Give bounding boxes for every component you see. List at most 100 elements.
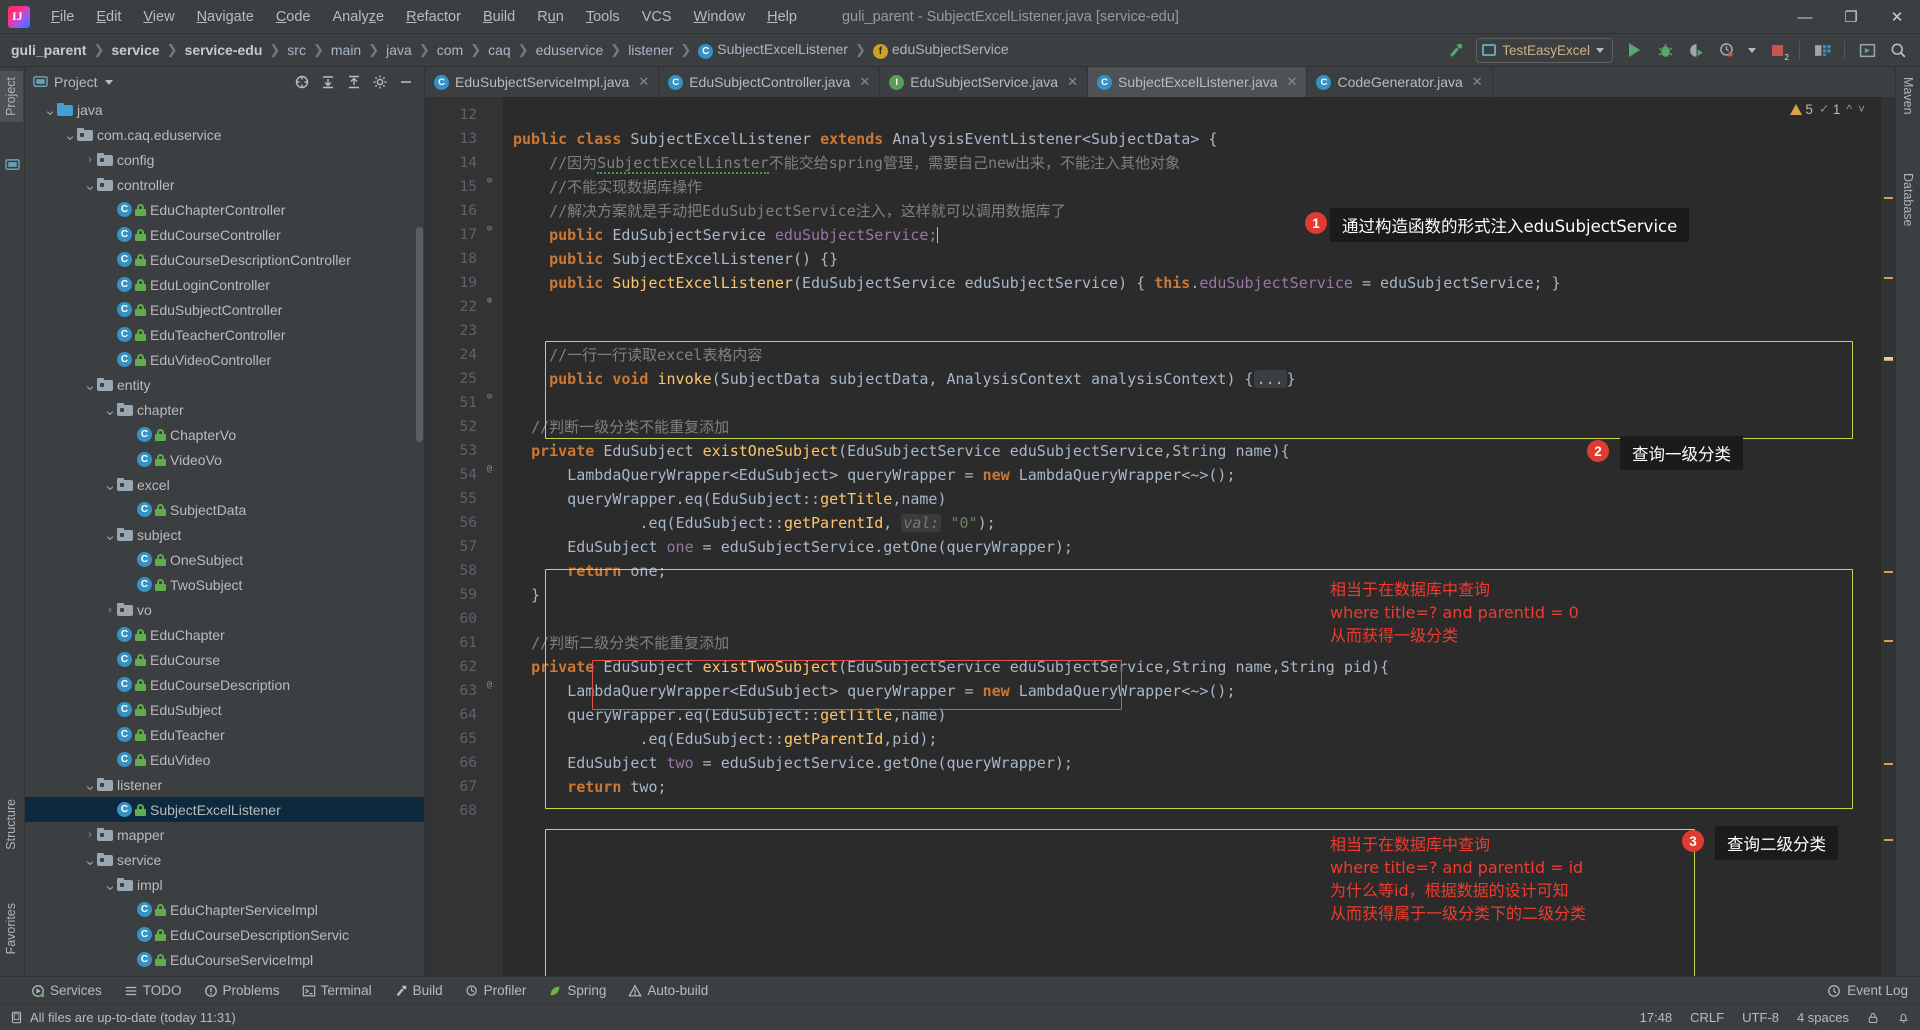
code-line-23[interactable]: [503, 319, 1895, 343]
project-structure-icon[interactable]: [1808, 37, 1836, 63]
breadcrumb-item-java[interactable]: java: [383, 41, 415, 59]
close-tab-icon[interactable]: ✕: [1472, 74, 1483, 90]
tree-item[interactable]: CEduTeacherController: [25, 322, 424, 347]
tree-item[interactable]: CEduCourseServiceImpl: [25, 947, 424, 972]
tree-item[interactable]: CEduCourse: [25, 647, 424, 672]
status-line-separator[interactable]: CRLF: [1690, 1010, 1724, 1025]
tree-item[interactable]: CEduCourseDescription: [25, 672, 424, 697]
event-log-label[interactable]: Event Log: [1847, 983, 1908, 998]
tree-item[interactable]: ⌄entity: [25, 372, 424, 397]
tree-item[interactable]: ›mapper: [25, 822, 424, 847]
code-line-19[interactable]: public SubjectExcelListener(EduSubjectSe…: [503, 271, 1895, 295]
code-line-51[interactable]: [503, 391, 1895, 415]
code-line-64[interactable]: queryWrapper.eq(EduSubject::getTitle,nam…: [503, 703, 1895, 727]
breadcrumb-item-main[interactable]: main: [328, 41, 364, 59]
code-line-22[interactable]: [503, 295, 1895, 319]
read-only-lock-icon[interactable]: [1867, 1010, 1879, 1025]
select-opened-file-icon[interactable]: [290, 71, 314, 93]
sidebar-item-database[interactable]: Database: [1896, 167, 1920, 233]
tree-item-selected[interactable]: CSubjectExcelListener: [25, 797, 424, 822]
menu-build[interactable]: Build: [472, 5, 526, 29]
tool-window-services[interactable]: Services: [20, 981, 113, 1000]
menu-tools[interactable]: Tools: [575, 5, 631, 29]
tree-item[interactable]: ⌄chapter: [25, 397, 424, 422]
code-line-13[interactable]: public class SubjectExcelListener extend…: [503, 127, 1895, 151]
breadcrumb-item-caq[interactable]: caq: [485, 41, 514, 59]
menu-run[interactable]: Run: [526, 5, 575, 29]
code-line-15[interactable]: //不能实现数据库操作: [503, 175, 1895, 199]
code-line-16[interactable]: //解决方案就是手动把EduSubjectService注入，这样就可以调用数据…: [503, 199, 1895, 223]
sidebar-item-favorites[interactable]: Favorites: [0, 897, 23, 960]
tree-item[interactable]: CEduChapterServiceImpl: [25, 897, 424, 922]
tree-item[interactable]: CEduSubject: [25, 697, 424, 722]
warning-count[interactable]: 5: [1790, 102, 1813, 117]
chevron-down-icon[interactable]: ⌄: [83, 776, 97, 794]
breadcrumb-item-guli-parent[interactable]: guli_parent: [8, 41, 89, 59]
chevron-down-icon[interactable]: ⌄: [103, 476, 117, 494]
sidebar-item-project[interactable]: Project: [0, 71, 23, 122]
code-line-65[interactable]: .eq(EduSubject::getParentId,pid);: [503, 727, 1895, 751]
chevron-down-icon[interactable]: ⌄: [83, 176, 97, 194]
editor-tab-codegenerator[interactable]: CCodeGenerator.java✕: [1307, 67, 1492, 97]
tree-item[interactable]: CSubjectData: [25, 497, 424, 522]
debug-button[interactable]: [1651, 37, 1679, 63]
expand-all-icon[interactable]: [316, 71, 340, 93]
code-line-62[interactable]: private EduSubject existTwoSubject(EduSu…: [503, 655, 1895, 679]
code-line-25[interactable]: public void invoke(SubjectData subjectDa…: [503, 367, 1895, 391]
menu-refactor[interactable]: Refactor: [395, 5, 472, 29]
editor-marker-strip[interactable]: [1881, 97, 1895, 976]
chevron-down-icon[interactable]: ⌄: [103, 526, 117, 544]
code-line-67[interactable]: return two;: [503, 775, 1895, 799]
code-line-24[interactable]: //一行一行读取excel表格内容: [503, 343, 1895, 367]
tool-window-profiler[interactable]: Profiler: [454, 981, 538, 1000]
chevron-down-icon[interactable]: ⌄: [83, 851, 97, 869]
tree-item[interactable]: CEduCourseDescriptionServic: [25, 922, 424, 947]
code-line-60[interactable]: [503, 607, 1895, 631]
tool-window-spring[interactable]: Spring: [537, 981, 617, 1000]
tree-item[interactable]: CEduCourseDescriptionController: [25, 247, 424, 272]
tree-item[interactable]: ⌄java: [25, 97, 424, 122]
editor-gutter[interactable]: 121314⊖1516⊖171819⊕22232425⊖515253@54555…: [425, 97, 503, 976]
project-tree-scrollbar[interactable]: [416, 227, 423, 442]
stop-button[interactable]: 2: [1763, 37, 1791, 63]
tool-window-todo[interactable]: TODO: [113, 981, 193, 1000]
code-line-59[interactable]: }: [503, 583, 1895, 607]
notifications-icon[interactable]: [1897, 1010, 1910, 1025]
chevron-up-icon[interactable]: ^: [1846, 102, 1852, 116]
profile-button[interactable]: [1713, 37, 1741, 63]
code-line-12[interactable]: [503, 103, 1895, 127]
hide-panel-icon[interactable]: [394, 71, 418, 93]
chevron-right-icon[interactable]: ›: [83, 829, 97, 841]
menu-file[interactable]: File: [40, 5, 85, 29]
tool-window-auto-build[interactable]: Auto-build: [617, 981, 719, 1000]
minimize-button[interactable]: —: [1782, 0, 1828, 34]
code-line-63[interactable]: LambdaQueryWrapper<EduSubject> queryWrap…: [503, 679, 1895, 703]
tree-item[interactable]: ›config: [25, 147, 424, 172]
menu-window[interactable]: Window: [683, 5, 757, 29]
sidebar-item-maven[interactable]: Maven: [1896, 71, 1920, 121]
tree-item[interactable]: CEduTeacher: [25, 722, 424, 747]
breadcrumb-item-subjectexcellistener[interactable]: CSubjectExcelListener: [695, 40, 851, 60]
tree-item[interactable]: CEduCourseController: [25, 222, 424, 247]
code-line-18[interactable]: public SubjectExcelListener() {}: [503, 247, 1895, 271]
tree-item[interactable]: ⌄listener: [25, 772, 424, 797]
code-line-68[interactable]: [503, 799, 1895, 823]
code-line-52[interactable]: //判断一级分类不能重复添加: [503, 415, 1895, 439]
breadcrumb-item-service[interactable]: service: [108, 41, 162, 59]
breadcrumb-item-eduservice[interactable]: eduservice: [533, 41, 607, 59]
project-tree-container[interactable]: ⌄java⌄com.caq.eduservice›config⌄controll…: [25, 97, 424, 976]
tree-item[interactable]: ⌄excel: [25, 472, 424, 497]
close-tab-icon[interactable]: ✕: [638, 74, 649, 90]
code-line-61[interactable]: //判断二级分类不能重复添加: [503, 631, 1895, 655]
chevron-down-icon[interactable]: ⌄: [63, 126, 77, 144]
editor-tab-edusubjectcontroller[interactable]: CEduSubjectController.java✕: [659, 67, 880, 97]
menu-edit[interactable]: Edit: [85, 5, 132, 29]
status-encoding[interactable]: UTF-8: [1742, 1010, 1779, 1025]
editor-tab-subjectexcellistener[interactable]: CSubjectExcelListener.java✕: [1088, 67, 1307, 97]
code-line-56[interactable]: .eq(EduSubject::getParentId, val: "0");: [503, 511, 1895, 535]
code-editor[interactable]: 121314⊖1516⊖171819⊕22232425⊖515253@54555…: [425, 97, 1895, 976]
tool-window-build[interactable]: Build: [383, 981, 454, 1000]
chevron-down-icon[interactable]: ⌄: [103, 401, 117, 419]
tree-item[interactable]: ⌄com.caq.eduservice: [25, 122, 424, 147]
tool-window-terminal[interactable]: Terminal: [291, 981, 383, 1000]
